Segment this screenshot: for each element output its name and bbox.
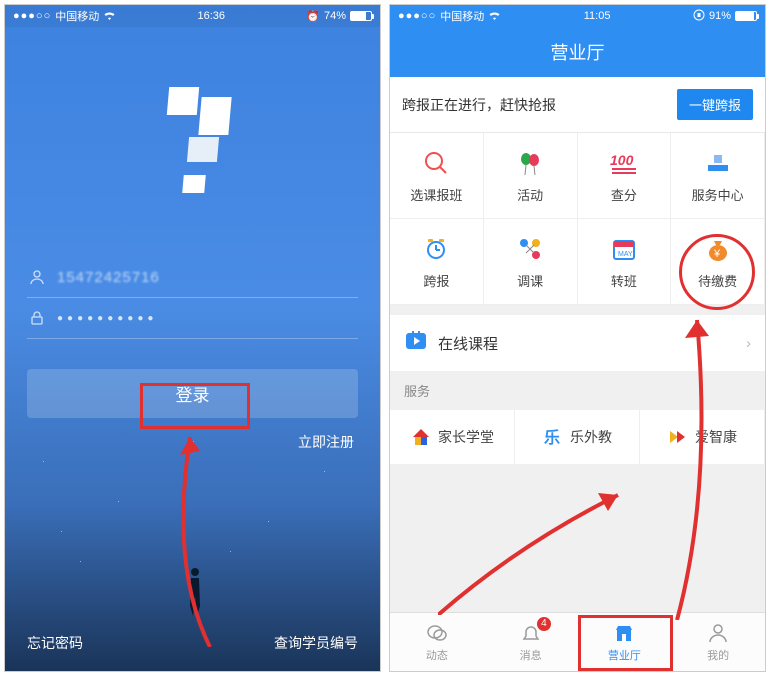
svc-label: 爱智康: [695, 427, 737, 447]
svg-text:乐: 乐: [544, 429, 560, 447]
notice-bar: 跨报正在进行，赶快抢报 一键跨报: [390, 77, 765, 133]
grid-activity[interactable]: 活动: [484, 133, 578, 219]
signal-dots: ●●●○○: [13, 10, 51, 22]
grid-pending-fee[interactable]: ¥ 待缴费: [671, 219, 765, 305]
login-button[interactable]: 登录: [27, 369, 358, 418]
tab-label: 消息: [520, 647, 542, 663]
alarm-icon: ⏰: [306, 10, 320, 23]
chevrons-icon: [667, 426, 689, 448]
calendar-icon: MAY: [608, 233, 640, 265]
battery-pct: 74%: [324, 10, 346, 22]
svg-text:MAY: MAY: [618, 251, 633, 258]
carrier-label: 中国移动: [440, 8, 484, 24]
online-course-row[interactable]: 在线课程 ›: [390, 315, 765, 371]
lookup-student-link[interactable]: 查询学员编号: [274, 633, 358, 653]
grid-adjust-course[interactable]: 调课: [484, 219, 578, 305]
person-icon: [706, 621, 730, 645]
person-icon: [27, 267, 47, 287]
desk-icon: [702, 147, 734, 179]
svg-text:100: 100: [610, 152, 634, 168]
clock-time: 16:36: [197, 10, 225, 22]
chat-icon: [425, 621, 449, 645]
clock-time: 11:05: [584, 10, 611, 22]
carrier-label: 中国移动: [55, 8, 99, 24]
balloons-icon: [514, 147, 546, 179]
service-header: 服务: [390, 371, 765, 410]
tab-messages[interactable]: 4 消息: [484, 613, 578, 671]
status-bar: ●●●○○ 中国移动 16:36 ⏰ 74%: [5, 5, 380, 27]
question-mark-logo: [148, 87, 238, 197]
svg-text:¥: ¥: [713, 248, 721, 260]
username-field[interactable]: 15472425716: [27, 257, 358, 298]
grid-label: 活动: [517, 185, 543, 204]
tab-mine[interactable]: 我的: [671, 613, 765, 671]
tab-label: 我的: [707, 647, 729, 663]
grid-label: 跨报: [423, 271, 449, 290]
svc-label: 家长学堂: [438, 427, 494, 447]
tab-feed[interactable]: 动态: [390, 613, 484, 671]
lock-icon: [27, 308, 47, 328]
badge-count: 4: [537, 617, 551, 631]
grid-label: 待缴费: [698, 271, 737, 290]
grid-label: 查分: [611, 185, 637, 204]
bell-icon: 4: [519, 621, 543, 645]
wifi-icon: [103, 11, 116, 21]
forgot-password-link[interactable]: 忘记密码: [27, 633, 83, 653]
tab-hall[interactable]: 营业厅: [578, 613, 672, 671]
register-link[interactable]: 立即注册: [27, 432, 358, 452]
le-icon: 乐: [542, 426, 564, 448]
notice-text: 跨报正在进行，赶快抢报: [402, 95, 556, 115]
grid-select-course[interactable]: 选课报班: [390, 133, 484, 219]
shop-icon: [612, 621, 636, 645]
rotation-lock-icon: [693, 9, 705, 24]
battery-icon: [350, 11, 372, 21]
house-icon: [410, 426, 432, 448]
service-row: 家长学堂 乐 乐外教 爱智康: [390, 410, 765, 464]
footer-links: 忘记密码 查询学员编号: [5, 615, 380, 671]
battery-icon: [735, 11, 757, 21]
grid-score[interactable]: 100 查分: [578, 133, 672, 219]
tab-bar: 动态 4 消息 营业厅 我的: [390, 612, 765, 671]
password-value: ●●●●●●●●●●: [57, 313, 157, 324]
grid-label: 调课: [517, 271, 543, 290]
svc-parent-school[interactable]: 家长学堂: [390, 410, 515, 464]
score-icon: 100: [608, 147, 640, 179]
grid-label: 选课报班: [410, 185, 462, 204]
online-course-label: 在线课程: [438, 333, 498, 354]
feature-grid: 选课报班 活动 100 查分 服务中心 跨报 调课: [390, 133, 765, 305]
moneybag-icon: ¥: [702, 233, 734, 265]
phone-hall: ●●●○○ 中国移动 11:05 91% 营业厅 跨报正在进行，赶快抢报 一键跨…: [389, 4, 766, 672]
svc-le-teacher[interactable]: 乐 乐外教: [515, 410, 640, 464]
tab-label: 营业厅: [608, 647, 641, 663]
page-title: 营业厅: [390, 27, 765, 77]
logo-area: [5, 27, 380, 257]
annotation-arrow-tab: [438, 485, 638, 615]
username-value: 15472425716: [57, 269, 160, 286]
magnify-icon: [420, 147, 452, 179]
person-silhouette: [185, 566, 205, 616]
chevron-right-icon: ›: [746, 335, 751, 352]
password-field[interactable]: ●●●●●●●●●●: [27, 298, 358, 339]
grid-transfer[interactable]: MAY 转班: [578, 219, 672, 305]
grid-service-center[interactable]: 服务中心: [671, 133, 765, 219]
grid-label: 转班: [611, 271, 637, 290]
status-bar: ●●●○○ 中国移动 11:05 91%: [390, 5, 765, 27]
svc-aizhikang[interactable]: 爱智康: [640, 410, 765, 464]
tab-label: 动态: [426, 647, 448, 663]
login-form: 15472425716 ●●●●●●●●●● 登录 立即注册: [5, 257, 380, 452]
swap-icon: [514, 233, 546, 265]
grid-label: 服务中心: [692, 185, 744, 204]
battery-pct: 91%: [709, 10, 731, 22]
signal-dots: ●●●○○: [398, 10, 436, 22]
grid-cross-report[interactable]: 跨报: [390, 219, 484, 305]
clock-icon: [420, 233, 452, 265]
wifi-icon: [488, 11, 501, 21]
svc-label: 乐外教: [570, 427, 612, 447]
notice-action-button[interactable]: 一键跨报: [677, 89, 753, 120]
play-icon: [404, 329, 428, 357]
phone-login: ●●●○○ 中国移动 16:36 ⏰ 74%: [4, 4, 381, 672]
